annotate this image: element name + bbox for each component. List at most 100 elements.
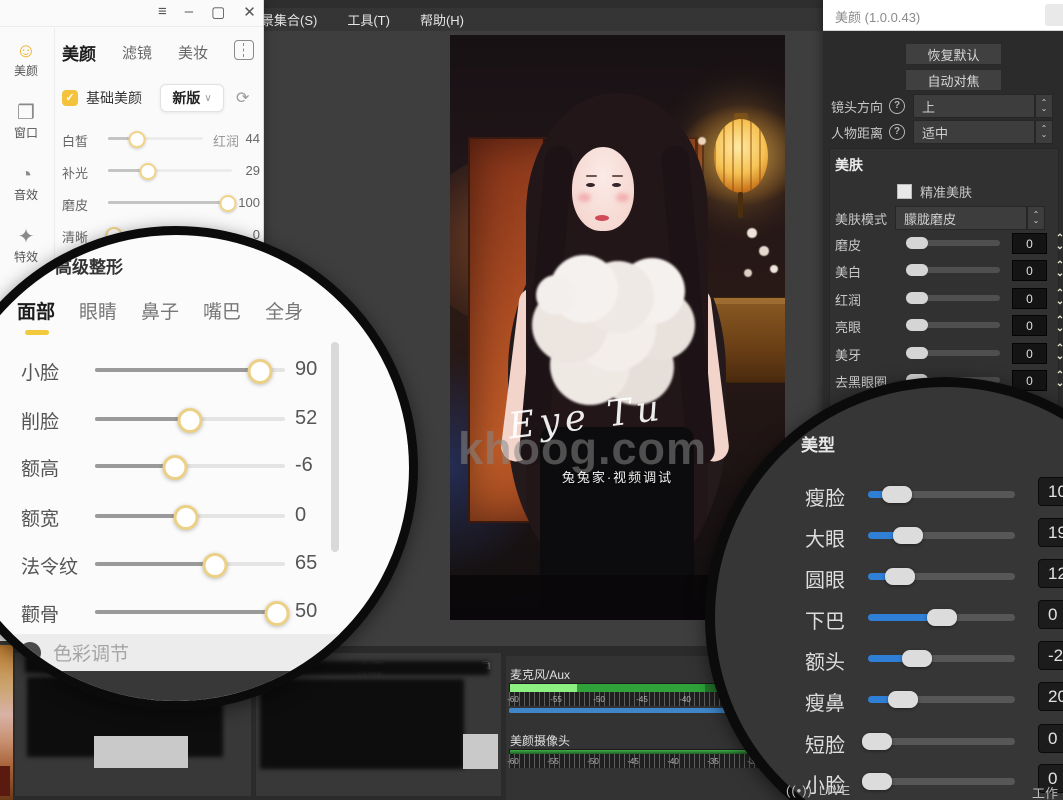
slider-handle[interactable] <box>882 486 912 503</box>
slider-handle[interactable] <box>927 609 957 626</box>
tab-face[interactable]: 面部 <box>17 297 55 324</box>
slider-value-field[interactable]: -2 <box>1038 641 1063 670</box>
slider-handle[interactable] <box>906 319 928 331</box>
help-icon[interactable]: ? <box>889 124 905 140</box>
slider-handle[interactable] <box>248 359 273 384</box>
slider-track[interactable] <box>868 696 1015 703</box>
tab-mouth[interactable]: 嘴巴 <box>203 297 241 324</box>
plugin-titlebar-button[interactable] <box>1045 4 1063 26</box>
slider-track[interactable] <box>95 610 285 614</box>
autofocus-button[interactable]: 自动对焦 <box>905 69 1002 91</box>
slider-track[interactable] <box>868 614 1015 621</box>
maximize-icon[interactable]: ▢ <box>211 3 225 21</box>
menu-item-tools[interactable]: 工具(T) <box>347 10 390 29</box>
slider-track[interactable] <box>95 417 285 421</box>
skin-mode-dropdown[interactable]: 朦胧磨皮 <box>895 206 1027 230</box>
slider-track[interactable] <box>95 368 285 372</box>
magnified-dark-area <box>0 671 409 701</box>
slider-handle[interactable] <box>162 455 187 480</box>
slider-track[interactable] <box>108 169 232 172</box>
slider-value-field[interactable]: 0 <box>1038 600 1063 629</box>
menu-icon[interactable]: ≡ <box>158 3 167 21</box>
stepper-icon[interactable]: ⌃⌄ <box>1050 288 1063 307</box>
slider-fill <box>95 610 277 614</box>
slider-handle[interactable] <box>128 131 145 148</box>
slider-handle[interactable] <box>178 408 203 433</box>
stepper-icon[interactable]: ⌃⌄ <box>1050 343 1063 362</box>
slider-value-field[interactable]: 0 <box>1038 724 1063 753</box>
color-adjust-bar-zoom[interactable]: 色彩调节 <box>0 634 409 671</box>
tab-eyes[interactable]: 眼睛 <box>79 297 117 324</box>
restore-defaults-button[interactable]: 恢复默认 <box>905 43 1002 65</box>
close-icon[interactable]: ✕ <box>243 3 256 21</box>
titlebar-separator <box>0 26 263 27</box>
stepper-icon[interactable]: ⌃⌄ <box>1050 260 1063 279</box>
stepper-icon[interactable]: ⌃⌄ <box>1050 233 1063 252</box>
minimize-icon[interactable]: – <box>185 3 193 21</box>
slider-track[interactable] <box>868 738 1015 745</box>
slider-handle[interactable] <box>174 505 199 530</box>
tab-nose[interactable]: 鼻子 <box>141 297 179 324</box>
slider-handle[interactable] <box>862 773 892 790</box>
slider-track[interactable] <box>910 240 1000 246</box>
version-dropdown[interactable]: 新版 ∨ <box>160 84 224 112</box>
slider-handle[interactable] <box>862 733 892 750</box>
compare-icon[interactable] <box>234 40 254 60</box>
slider-handle[interactable] <box>902 650 932 667</box>
menu-item-help[interactable]: 帮助(H) <box>420 10 464 29</box>
slider-value-field[interactable]: 20 <box>1038 682 1063 711</box>
slider-value-field[interactable]: 19 <box>1038 518 1063 547</box>
slider-track[interactable] <box>95 562 285 566</box>
tab-makeup[interactable]: 美妆 <box>178 42 208 63</box>
slider-value-field[interactable]: 0 <box>1012 233 1047 254</box>
slider-track[interactable] <box>95 464 285 468</box>
slider-track[interactable] <box>108 137 203 140</box>
basic-beauty-checkbox[interactable]: ✓ <box>62 90 78 106</box>
slider-track[interactable] <box>868 532 1015 539</box>
slider-value-field[interactable]: 0 <box>1012 288 1047 309</box>
slider-handle[interactable] <box>265 601 290 626</box>
slider-track[interactable] <box>95 514 285 518</box>
slider-track[interactable] <box>910 350 1000 356</box>
slider-handle[interactable] <box>906 347 928 359</box>
spinner-icon[interactable]: ⌃⌄ <box>1027 206 1045 230</box>
tab-beauty[interactable]: 美颜 <box>62 40 96 65</box>
tab-filter[interactable]: 滤镜 <box>122 42 152 63</box>
slider-value-field[interactable]: 0 <box>1012 315 1047 336</box>
help-icon[interactable]: ? <box>889 98 905 114</box>
slider-track[interactable] <box>108 201 232 204</box>
slider-value: -6 <box>295 454 347 477</box>
slider-track[interactable] <box>910 322 1000 328</box>
slider-handle[interactable] <box>885 568 915 585</box>
person-distance-dropdown[interactable]: 适中 <box>913 120 1035 144</box>
slider-value-field[interactable]: 10 <box>1038 477 1063 506</box>
slider-track[interactable] <box>910 267 1000 273</box>
stepper-icon[interactable]: ⌃⌄ <box>1050 315 1063 334</box>
slider-track[interactable] <box>868 573 1015 580</box>
lens-direction-dropdown[interactable]: 上 <box>913 94 1035 118</box>
tab-body[interactable]: 全身 <box>265 297 303 324</box>
slider-handle[interactable] <box>202 553 227 578</box>
refresh-icon[interactable]: ⟳ <box>236 88 249 108</box>
spinner-icon[interactable]: ⌃⌄ <box>1035 94 1053 118</box>
slider-handle[interactable] <box>906 237 928 249</box>
stepper-icon[interactable]: ⌃⌄ <box>1050 370 1063 389</box>
slider-handle[interactable] <box>906 264 928 276</box>
sidebar-item-beauty[interactable]: ☺ 美颜 <box>0 40 52 79</box>
spinner-icon[interactable]: ⌃⌄ <box>1035 120 1053 144</box>
version-label: 新版 <box>172 88 200 108</box>
mic-volume-fill[interactable] <box>509 708 749 713</box>
slider-handle[interactable] <box>893 527 923 544</box>
slider-value-field[interactable]: 0 <box>1012 343 1047 364</box>
slider-value-field[interactable]: 0 <box>1012 260 1047 281</box>
slider-track[interactable] <box>910 295 1000 301</box>
slider-track[interactable] <box>868 778 1015 785</box>
slider-handle[interactable] <box>139 163 156 180</box>
slider-track[interactable] <box>868 655 1015 662</box>
precise-skin-checkbox[interactable] <box>897 184 912 199</box>
slider-handle[interactable] <box>906 292 928 304</box>
scrollbar[interactable] <box>331 342 339 552</box>
slider-handle[interactable] <box>888 691 918 708</box>
slider-track[interactable] <box>868 491 1015 498</box>
slider-value-field[interactable]: 12 <box>1038 559 1063 588</box>
